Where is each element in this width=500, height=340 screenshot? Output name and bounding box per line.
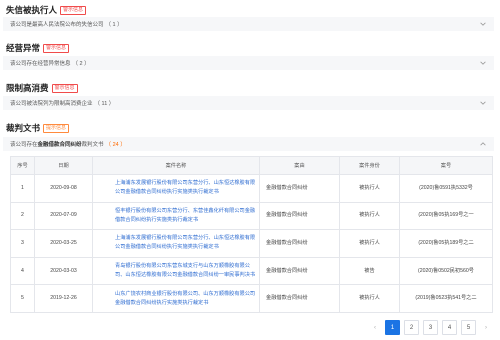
row-role: 被告: [339, 256, 400, 286]
row-date: 2020-07-09: [34, 201, 93, 231]
row-role: 被执行人: [339, 229, 400, 258]
row-date: 2020-09-08: [34, 174, 93, 203]
warning-tag: 警示信息: [43, 43, 70, 53]
page-button-1[interactable]: 1: [385, 320, 400, 335]
bar-count: （ 24 ）: [105, 142, 126, 148]
bar-text-suffix: 裁判文书: [81, 142, 104, 148]
chevron-down-icon[interactable]: [479, 59, 487, 67]
row-date: 2020-03-25: [34, 229, 93, 258]
row-index: 2: [10, 201, 35, 231]
row-index: 4: [10, 256, 35, 286]
table-row: 1 2020-09-08 上海浦东发展银行股份有限公司东营分行、山东恒达橡胶有限…: [10, 174, 493, 203]
section-title-text: 裁判文书: [6, 123, 41, 133]
bar-text-highlight: 金融借款合同纠纷: [37, 142, 82, 148]
page-button-5[interactable]: 5: [461, 320, 476, 335]
case-name-link[interactable]: 山东广饶农村商业银行股份有限公司、山东万顺橡胶有限公司金融借款合同纠纷执行实施类…: [92, 284, 260, 313]
row-case-number: (2020)鲁05执189号之二: [399, 229, 493, 258]
row-role: 被执行人: [339, 201, 400, 231]
row-cause: 金融借款合同纠纷: [259, 256, 340, 286]
row-role: 被执行人: [339, 284, 400, 313]
section-title-judgement: 裁判文书 提示信息: [6, 122, 70, 134]
table-row: 3 2020-03-25 上海浦东发展银行股份有限公司东营分行、山东恒达橡胶有限…: [10, 229, 493, 258]
column-header-role: 案件身份: [339, 156, 400, 175]
abnormal-summary-bar[interactable]: 该公司存在经营异常信息 （ 2 ）: [3, 56, 494, 70]
section-title-abnormal: 经营异常 警示信息: [6, 42, 70, 54]
bar-count: （ 1 ）: [105, 22, 123, 28]
judgement-table: 序号 日期 案件名称 案由 案件身份 案号 1 2020-09-08 上海浦东发…: [10, 156, 493, 313]
row-cause: 金融借款合同纠纷: [259, 284, 340, 313]
hint-tag: 提示信息: [43, 123, 70, 133]
page-button-4[interactable]: 4: [442, 320, 457, 335]
pagination: ‹ 1 2 3 4 5 ›: [369, 320, 492, 335]
restricted-consumption-summary-bar[interactable]: 该公司被法院列为限制高消费企业 （ 11 ）: [3, 96, 494, 110]
table-row: 4 2020-03-03 青岛银行股份有限公司东营东城支行与山东万顺橡胶有限公司…: [10, 256, 493, 286]
case-name-link[interactable]: 上海浦东发展银行股份有限公司东营分行、山东恒达橡胶有限公司金融借款合同纠纷执行实…: [92, 229, 260, 258]
row-case-number: (2020)鲁0502民初560号: [399, 256, 493, 286]
section-title-text: 经营异常: [6, 43, 41, 53]
next-page-button[interactable]: ›: [480, 320, 492, 335]
row-index: 3: [10, 229, 35, 258]
column-header-date: 日期: [34, 156, 93, 175]
row-case-number: (2020)鲁05执169号之一: [399, 201, 493, 231]
table-row: 2 2020-07-09 恒丰银行股份有限公司东营分行、东营佳鑫化纤有限公司金融…: [10, 201, 493, 231]
row-role: 被执行人: [339, 174, 400, 203]
case-name-link[interactable]: 恒丰银行股份有限公司东营分行、东营佳鑫化纤有限公司金融借款合同纠纷执行实施类执行…: [92, 201, 260, 231]
table-header-row: 序号 日期 案件名称 案由 案件身份 案号: [10, 156, 493, 175]
column-header-index: 序号: [10, 156, 35, 175]
judgement-summary-bar[interactable]: 该公司存在 金融借款合同纠纷 裁判文书 （ 24 ）: [3, 137, 494, 151]
table-row: 5 2019-12-26 山东广饶农村商业银行股份有限公司、山东万顺橡胶有限公司…: [10, 284, 493, 313]
bar-count: （ 11 ）: [94, 101, 115, 107]
column-header-case-name: 案件名称: [92, 156, 260, 175]
bar-text: 该公司被法院列为限制高消费企业: [10, 101, 93, 107]
row-cause: 金融借款合同纠纷: [259, 229, 340, 258]
section-title-restricted-consumption: 限制高消费 警示信息: [6, 82, 78, 94]
section-title-dishonest: 失信被执行人 警示信息: [6, 4, 87, 16]
row-index: 1: [10, 174, 35, 203]
prev-page-button[interactable]: ‹: [369, 320, 381, 335]
row-date: 2019-12-26: [34, 284, 93, 313]
chevron-down-icon[interactable]: [479, 99, 487, 107]
page-button-2[interactable]: 2: [404, 320, 419, 335]
row-index: 5: [10, 284, 35, 313]
row-cause: 金融借款合同纠纷: [259, 201, 340, 231]
section-title-text: 限制高消费: [6, 83, 49, 93]
row-date: 2020-03-03: [34, 256, 93, 286]
section-title-text: 失信被执行人: [6, 5, 58, 15]
row-case-number: (2020)鲁0591执5332号: [399, 174, 493, 203]
page-button-3[interactable]: 3: [423, 320, 438, 335]
bar-text: 该公司存在经营异常信息: [10, 61, 71, 67]
row-case-number: (2019)鲁0523执541号之二: [399, 284, 493, 313]
column-header-case-number: 案号: [399, 156, 493, 175]
bar-text: 该公司是最高人民法院公布的失信公司: [10, 22, 104, 28]
bar-count: （ 2 ）: [72, 61, 90, 67]
chevron-down-icon[interactable]: [479, 20, 487, 28]
case-name-link[interactable]: 青岛银行股份有限公司东营东城支行与山东万顺橡胶有限公司、山东恒达橡胶有限公司金融…: [92, 256, 260, 286]
row-cause: 金融借款合同纠纷: [259, 174, 340, 203]
case-name-link[interactable]: 上海浦东发展银行股份有限公司东营分行、山东恒达橡胶有限公司金融借款合同纠纷执行实…: [92, 174, 260, 203]
dishonest-summary-bar[interactable]: 该公司是最高人民法院公布的失信公司 （ 1 ）: [3, 17, 494, 31]
column-header-cause: 案由: [259, 156, 340, 175]
warning-tag: 警示信息: [60, 5, 87, 15]
warning-tag: 警示信息: [51, 83, 78, 93]
chevron-up-icon[interactable]: [479, 140, 487, 148]
bar-text-prefix: 该公司存在: [10, 142, 38, 148]
